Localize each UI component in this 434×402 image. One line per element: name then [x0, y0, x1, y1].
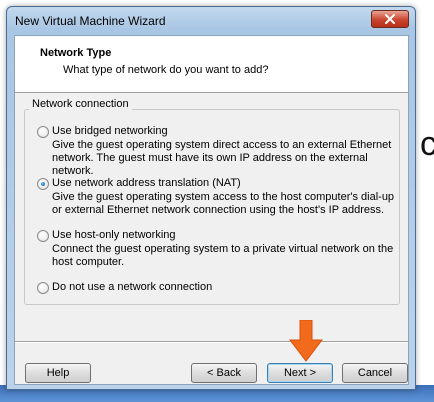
- close-button[interactable]: [371, 10, 409, 28]
- option-bridged-description: Give the guest operating system direct a…: [52, 139, 392, 177]
- page-title: Network Type: [40, 47, 112, 59]
- radio-no-network[interactable]: [37, 282, 49, 294]
- option-nat-description: Give the guest operating system access t…: [52, 191, 395, 216]
- option-host-only-label[interactable]: Use host-only networking: [52, 229, 176, 241]
- page-subtitle: What type of network do you want to add?: [63, 64, 269, 76]
- wizard-header: Network Type What type of network do you…: [15, 36, 408, 93]
- option-bridged-label[interactable]: Use bridged networking: [52, 125, 168, 137]
- back-button[interactable]: < Back: [191, 363, 257, 383]
- wizard-window: New Virtual Machine Wizard Network Type …: [6, 6, 416, 390]
- background-text-fragment: c: [420, 125, 434, 163]
- option-no-network[interactable]: Do not use a network connection: [37, 281, 397, 297]
- button-separator: [15, 341, 408, 343]
- help-button[interactable]: Help: [25, 363, 91, 383]
- option-host-only-description: Connect the guest operating system to a …: [52, 243, 394, 268]
- option-nat[interactable]: Use network address translation (NAT) Gi…: [37, 177, 397, 219]
- cancel-button[interactable]: Cancel: [342, 363, 408, 383]
- option-nat-label[interactable]: Use network address translation (NAT): [52, 177, 241, 189]
- window-title: New Virtual Machine Wizard: [15, 14, 166, 28]
- title-bar[interactable]: New Virtual Machine Wizard: [7, 7, 415, 33]
- radio-nat[interactable]: [37, 178, 49, 190]
- next-button[interactable]: Next >: [267, 363, 333, 383]
- wizard-content: Network Type What type of network do you…: [14, 35, 409, 385]
- radio-host-only[interactable]: [37, 230, 49, 242]
- option-host-only[interactable]: Use host-only networking Connect the gue…: [37, 229, 397, 271]
- arrow-down-icon: [289, 320, 323, 362]
- background-window: c: [414, 0, 434, 402]
- close-icon: [385, 14, 395, 24]
- option-no-network-label[interactable]: Do not use a network connection: [52, 281, 212, 293]
- group-legend: Network connection: [29, 98, 132, 110]
- option-bridged[interactable]: Use bridged networking Give the guest op…: [37, 125, 397, 177]
- radio-bridged[interactable]: [37, 126, 49, 138]
